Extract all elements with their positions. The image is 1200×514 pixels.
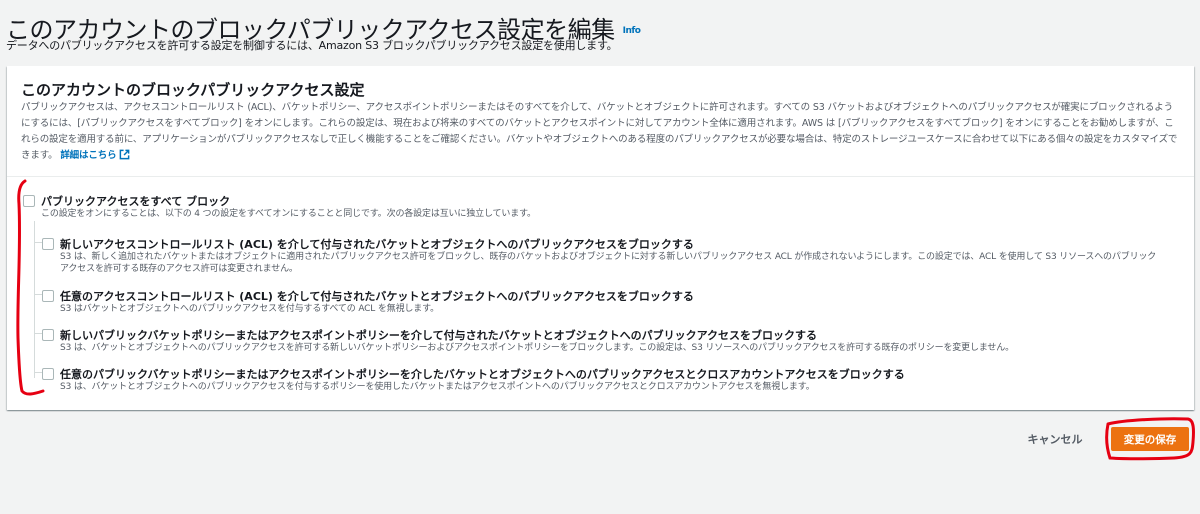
- option-checkbox[interactable]: [42, 238, 54, 250]
- option-checkbox[interactable]: [42, 329, 54, 341]
- panel-description: パブリックアクセスは、アクセスコントロールリスト (ACL)、バケットポリシー、…: [21, 100, 1181, 164]
- learn-more-link[interactable]: 詳細はこちら: [60, 149, 130, 161]
- option-description: S3 は、新しく追加されたバケットまたはオブジェクトに適用されたパブリックアクセ…: [60, 252, 1157, 274]
- block-all-label[interactable]: パブリックアクセスをすべて ブロック: [41, 193, 230, 209]
- option-description: S3 は、バケットとオブジェクトへのパブリックアクセスを許可する新しいバケットポ…: [60, 343, 1014, 353]
- option-description: S3 は、バケットとオブジェクトへのパブリックアクセスを付与するポリシーを使用し…: [60, 382, 815, 392]
- cancel-button[interactable]: キャンセル: [1012, 427, 1098, 451]
- option-description: S3 はバケットとオブジェクトへのパブリックアクセスを付与するすべての ACL …: [60, 304, 439, 314]
- tree-connector: [34, 372, 42, 373]
- option-label[interactable]: 任意のアクセスコントロールリスト (ACL) を介して付与されたバケットとオブジ…: [60, 288, 694, 304]
- option-label[interactable]: 新しいアクセスコントロールリスト (ACL) を介して付与されたバケットとオブジ…: [60, 236, 694, 252]
- external-link-icon[interactable]: [119, 149, 130, 160]
- save-button[interactable]: 変更の保存: [1111, 427, 1189, 451]
- option-checkbox[interactable]: [42, 368, 54, 380]
- block-all-description: この設定をオンにすることは、以下の 4 つの設定をすべてオンにすることと同じです…: [41, 209, 536, 219]
- panel-description-text: パブリックアクセスは、アクセスコントロールリスト (ACL)、バケットポリシー、…: [21, 102, 1178, 161]
- info-link[interactable]: Info: [623, 26, 641, 36]
- learn-more-label[interactable]: 詳細はこちら: [60, 150, 116, 161]
- panel-header: このアカウントのブロックパブリックアクセス設定 パブリックアクセスは、アクセスコ…: [7, 66, 1194, 177]
- tree-connector: [34, 294, 42, 295]
- block-all-checkbox[interactable]: [23, 195, 35, 207]
- option-label[interactable]: 任意のパブリックバケットポリシーまたはアクセスポイントポリシーを介したバケットと…: [60, 366, 905, 382]
- tree-connector: [34, 333, 42, 334]
- tree-connector: [34, 242, 42, 243]
- panel-title: このアカウントのブロックパブリックアクセス設定: [21, 81, 365, 99]
- option-label[interactable]: 新しいパブリックバケットポリシーまたはアクセスポイントポリシーを介して付与された…: [60, 327, 817, 343]
- page-description: データへのパブリックアクセスを許可する設定を制御するには、Amazon S3 ブ…: [6, 39, 618, 52]
- option-checkbox[interactable]: [42, 290, 54, 302]
- tree-connector: [34, 221, 35, 378]
